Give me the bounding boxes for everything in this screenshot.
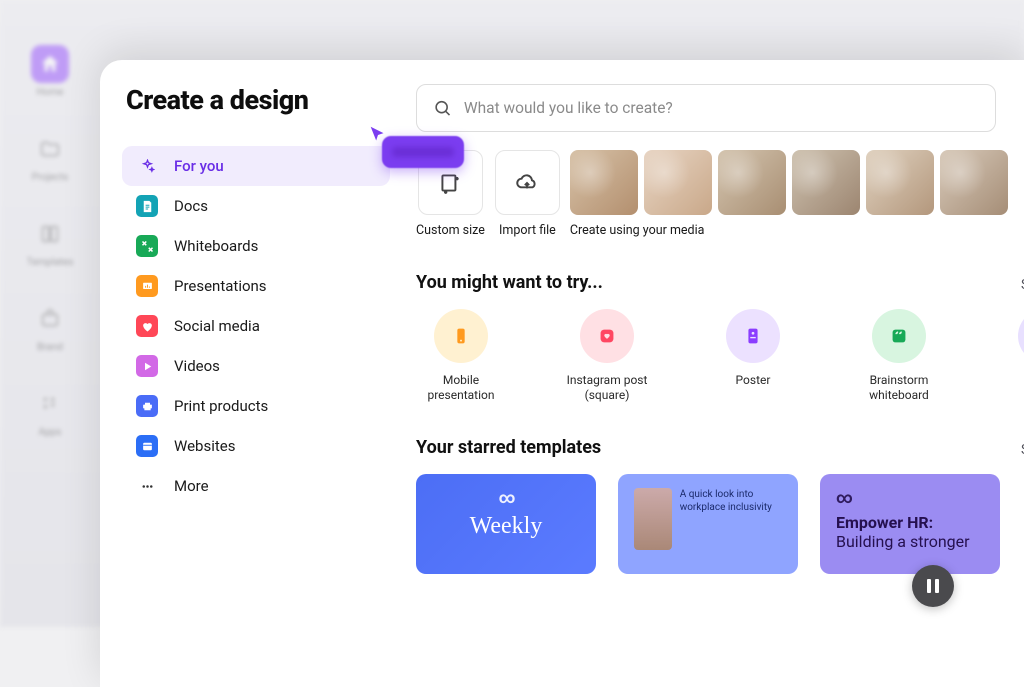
use-media-label: Create using your media (570, 223, 1008, 238)
home-icon (31, 45, 69, 83)
bg-nav-brand: Brand (31, 300, 69, 353)
try-section-title: You might want to try... (416, 272, 603, 293)
media-thumb-4[interactable] (792, 150, 860, 215)
try-label: Brainstorm whiteboard (854, 373, 944, 403)
template-logo-icon: ∞ (836, 488, 984, 507)
custom-size-label: Custom size (416, 223, 485, 238)
whiteboard-icon (136, 235, 158, 257)
starred-template-1[interactable]: ∞ Weekly (416, 474, 596, 574)
search-input[interactable] (464, 99, 979, 117)
bg-nav-projects: Projects (31, 130, 69, 183)
nav-label: Whiteboards (174, 237, 258, 255)
nav-for-you[interactable]: For you (122, 146, 390, 186)
bg-nav-label: Home (37, 87, 64, 98)
import-file-label: Import file (499, 223, 556, 238)
play-icon (136, 355, 158, 377)
nav-label: Print products (174, 397, 268, 415)
apps-icon (31, 385, 69, 423)
media-thumb-1[interactable] (570, 150, 638, 215)
bg-nav-label: Templates (27, 257, 74, 268)
logo-icon (1018, 309, 1024, 363)
try-label: Instagram post (square) (562, 373, 652, 403)
heart-icon (136, 315, 158, 337)
panel-title: Create a design (122, 84, 390, 116)
try-label: Poster (736, 373, 771, 388)
demo-highlight-pill (382, 136, 464, 168)
nav-videos[interactable]: Videos (122, 346, 390, 386)
try-label: Mobile presentation (416, 373, 506, 403)
template-title: Weekly (470, 513, 543, 540)
search-icon (433, 98, 452, 118)
try-brainstorm-whiteboard[interactable]: Brainstorm whiteboard (854, 309, 944, 403)
try-mobile-presentation[interactable]: Mobile presentation (416, 309, 506, 403)
bg-nav-templates: Templates (27, 215, 74, 268)
try-poster[interactable]: Poster (708, 309, 798, 403)
instagram-post-icon (580, 309, 634, 363)
nav-docs[interactable]: Docs (122, 186, 390, 226)
templates-icon (31, 215, 69, 253)
sparkle-icon (136, 155, 158, 177)
folder-icon (31, 130, 69, 168)
docs-icon (136, 195, 158, 217)
bg-nav-label: Projects (32, 172, 69, 183)
nav-label: Docs (174, 197, 208, 215)
media-thumb-6[interactable] (940, 150, 1008, 215)
nav-label: Presentations (174, 277, 267, 295)
starred-template-2[interactable]: A quick look into workplace inclusivity (618, 474, 798, 574)
resize-icon (437, 170, 463, 196)
bg-nav-label: Apps (39, 427, 62, 438)
poster-icon (726, 309, 780, 363)
nav-websites[interactable]: Websites (122, 426, 390, 466)
more-icon (136, 475, 158, 497)
nav-label: More (174, 477, 209, 495)
nav-label: Social media (174, 317, 260, 335)
template-thumb (634, 488, 672, 550)
mobile-presentation-icon (434, 309, 488, 363)
nav-whiteboards[interactable]: Whiteboards (122, 226, 390, 266)
bg-nav-home: Home (31, 45, 69, 98)
nav-label: Videos (174, 357, 220, 375)
nav-more[interactable]: More (122, 466, 390, 506)
try-logo[interactable]: Logo (1000, 309, 1024, 403)
search-bar[interactable] (416, 84, 996, 132)
whiteboard-quote-icon (872, 309, 926, 363)
nav-label: Websites (174, 437, 235, 455)
create-design-panel: Create a design For you Docs (100, 60, 1024, 687)
bg-nav-apps: Apps (31, 385, 69, 438)
try-instagram-post[interactable]: Instagram post (square) (562, 309, 652, 403)
starred-template-3[interactable]: ∞ Empower HR: Building a stronger (820, 474, 1000, 574)
starred-section-title: Your starred templates (416, 437, 601, 458)
pause-button[interactable] (912, 565, 954, 607)
nav-label: For you (174, 157, 224, 175)
print-icon (136, 395, 158, 417)
template-logo-icon: ∞ (499, 488, 514, 507)
presentation-icon (136, 275, 158, 297)
media-thumb-2[interactable] (644, 150, 712, 215)
bg-nav-label: Brand (37, 342, 63, 353)
background-sidebar: Home Projects Templates Brand Apps (0, 0, 100, 627)
template-copy: A quick look into workplace inclusivity (680, 488, 782, 560)
brand-icon (31, 300, 69, 338)
template-title: Empower HR: Building a stronger (836, 513, 984, 551)
import-file-tile[interactable] (495, 150, 560, 215)
media-thumb-3[interactable] (718, 150, 786, 215)
nav-print-products[interactable]: Print products (122, 386, 390, 426)
panel-left-nav: Create a design For you Docs (100, 84, 410, 687)
nav-presentations[interactable]: Presentations (122, 266, 390, 306)
website-icon (136, 435, 158, 457)
nav-social-media[interactable]: Social media (122, 306, 390, 346)
media-thumb-5[interactable] (866, 150, 934, 215)
cloud-upload-icon (514, 170, 540, 196)
